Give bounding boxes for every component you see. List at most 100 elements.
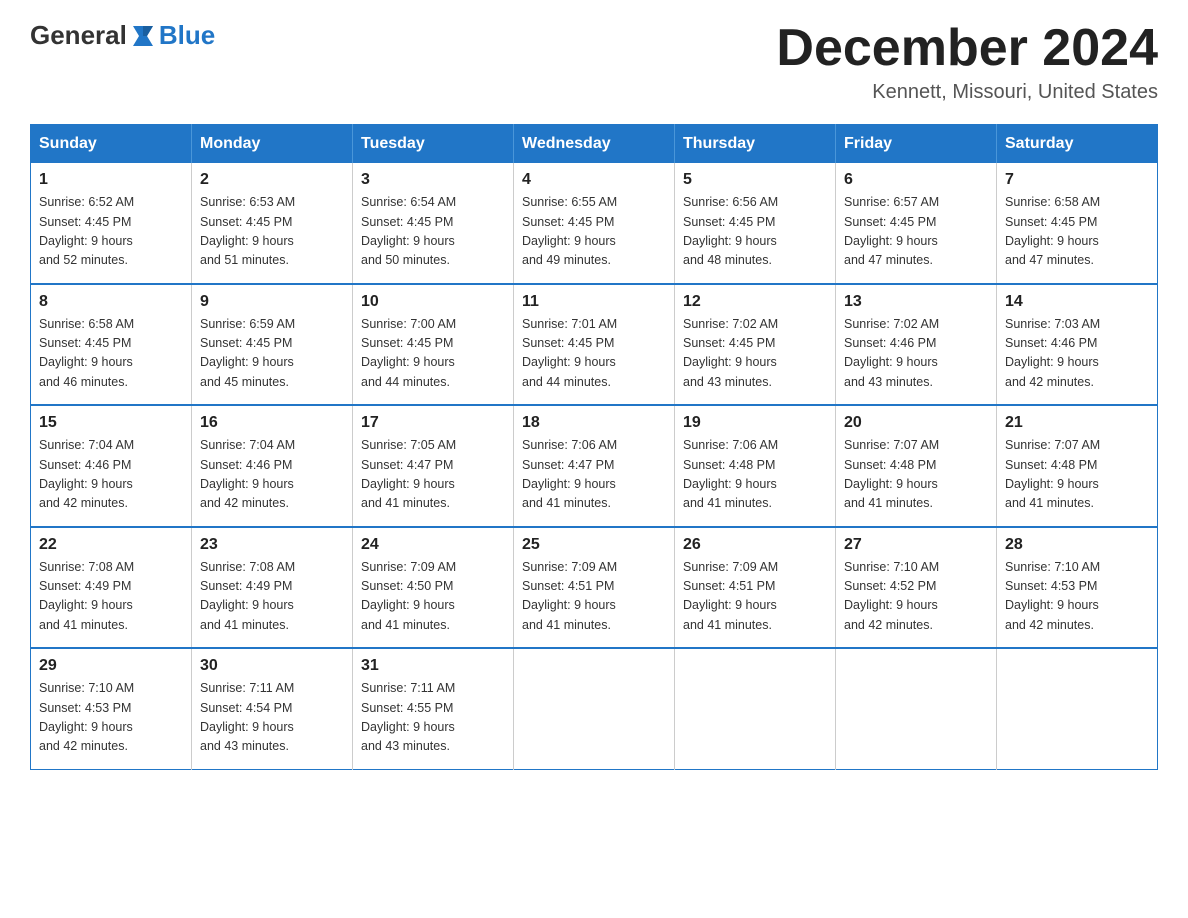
calendar-cell: 6 Sunrise: 6:57 AMSunset: 4:45 PMDaylight… [836, 163, 997, 284]
calendar-table: SundayMondayTuesdayWednesdayThursdayFrid… [30, 124, 1158, 770]
day-number: 2 [200, 171, 344, 189]
calendar-cell: 24 Sunrise: 7:09 AMSunset: 4:50 PMDayligh… [353, 527, 514, 649]
day-info: Sunrise: 7:06 AMSunset: 4:47 PMDaylight:… [522, 438, 617, 510]
calendar-cell: 30 Sunrise: 7:11 AMSunset: 4:54 PMDayligh… [192, 648, 353, 769]
day-info: Sunrise: 7:11 AMSunset: 4:54 PMDaylight:… [200, 681, 294, 753]
day-number: 19 [683, 414, 827, 432]
day-info: Sunrise: 6:58 AMSunset: 4:45 PMDaylight:… [39, 317, 134, 389]
day-number: 11 [522, 293, 666, 311]
calendar-cell: 16 Sunrise: 7:04 AMSunset: 4:46 PMDayligh… [192, 405, 353, 527]
logo-general-text: General [30, 20, 127, 51]
weekday-header-thursday: Thursday [675, 125, 836, 164]
location-subtitle: Kennett, Missouri, United States [776, 81, 1158, 104]
calendar-cell: 25 Sunrise: 7:09 AMSunset: 4:51 PMDayligh… [514, 527, 675, 649]
calendar-cell: 8 Sunrise: 6:58 AMSunset: 4:45 PMDaylight… [31, 284, 192, 406]
day-number: 25 [522, 536, 666, 554]
day-info: Sunrise: 7:10 AMSunset: 4:53 PMDaylight:… [1005, 560, 1100, 632]
day-number: 31 [361, 657, 505, 675]
day-number: 13 [844, 293, 988, 311]
day-number: 16 [200, 414, 344, 432]
day-info: Sunrise: 7:03 AMSunset: 4:46 PMDaylight:… [1005, 317, 1100, 389]
day-number: 12 [683, 293, 827, 311]
day-info: Sunrise: 7:04 AMSunset: 4:46 PMDaylight:… [39, 438, 134, 510]
weekday-header-monday: Monday [192, 125, 353, 164]
day-info: Sunrise: 7:11 AMSunset: 4:55 PMDaylight:… [361, 681, 455, 753]
day-info: Sunrise: 7:10 AMSunset: 4:53 PMDaylight:… [39, 681, 134, 753]
weekday-header-tuesday: Tuesday [353, 125, 514, 164]
calendar-cell: 12 Sunrise: 7:02 AMSunset: 4:45 PMDayligh… [675, 284, 836, 406]
calendar-cell [997, 648, 1158, 769]
calendar-cell: 28 Sunrise: 7:10 AMSunset: 4:53 PMDayligh… [997, 527, 1158, 649]
calendar-cell: 4 Sunrise: 6:55 AMSunset: 4:45 PMDaylight… [514, 163, 675, 284]
calendar-week-row: 29 Sunrise: 7:10 AMSunset: 4:53 PMDayligh… [31, 648, 1158, 769]
day-info: Sunrise: 7:04 AMSunset: 4:46 PMDaylight:… [200, 438, 295, 510]
title-area: December 2024 Kennett, Missouri, United … [776, 20, 1158, 104]
page-header: General Blue December 2024 Kennett, Miss… [30, 20, 1158, 104]
day-info: Sunrise: 7:09 AMSunset: 4:51 PMDaylight:… [522, 560, 617, 632]
day-info: Sunrise: 7:00 AMSunset: 4:45 PMDaylight:… [361, 317, 456, 389]
month-title: December 2024 [776, 20, 1158, 77]
calendar-week-row: 8 Sunrise: 6:58 AMSunset: 4:45 PMDaylight… [31, 284, 1158, 406]
day-number: 9 [200, 293, 344, 311]
day-info: Sunrise: 6:56 AMSunset: 4:45 PMDaylight:… [683, 195, 778, 267]
calendar-cell: 2 Sunrise: 6:53 AMSunset: 4:45 PMDaylight… [192, 163, 353, 284]
logo: General Blue [30, 20, 215, 51]
calendar-cell: 29 Sunrise: 7:10 AMSunset: 4:53 PMDayligh… [31, 648, 192, 769]
calendar-cell: 14 Sunrise: 7:03 AMSunset: 4:46 PMDayligh… [997, 284, 1158, 406]
day-number: 30 [200, 657, 344, 675]
calendar-cell: 31 Sunrise: 7:11 AMSunset: 4:55 PMDayligh… [353, 648, 514, 769]
day-info: Sunrise: 6:52 AMSunset: 4:45 PMDaylight:… [39, 195, 134, 267]
calendar-cell: 20 Sunrise: 7:07 AMSunset: 4:48 PMDayligh… [836, 405, 997, 527]
logo-flag-icon [129, 22, 157, 50]
calendar-cell: 26Sunrise: 7:09 AMSunset: 4:51 PMDayligh… [675, 527, 836, 649]
calendar-cell: 27Sunrise: 7:10 AMSunset: 4:52 PMDayligh… [836, 527, 997, 649]
day-number: 6 [844, 171, 988, 189]
weekday-header-wednesday: Wednesday [514, 125, 675, 164]
day-info: Sunrise: 7:09 AMSunset: 4:50 PMDaylight:… [361, 560, 456, 632]
weekday-header-sunday: Sunday [31, 125, 192, 164]
day-number: 7 [1005, 171, 1149, 189]
calendar-cell: 7 Sunrise: 6:58 AMSunset: 4:45 PMDaylight… [997, 163, 1158, 284]
day-number: 20 [844, 414, 988, 432]
day-number: 3 [361, 171, 505, 189]
calendar-cell [675, 648, 836, 769]
day-info: Sunrise: 6:58 AMSunset: 4:45 PMDaylight:… [1005, 195, 1100, 267]
day-number: 15 [39, 414, 183, 432]
calendar-week-row: 1Sunrise: 6:52 AMSunset: 4:45 PMDaylight… [31, 163, 1158, 284]
day-info: Sunrise: 7:01 AMSunset: 4:45 PMDaylight:… [522, 317, 617, 389]
day-number: 23 [200, 536, 344, 554]
day-info: Sunrise: 7:06 AMSunset: 4:48 PMDaylight:… [683, 438, 778, 510]
calendar-cell: 23 Sunrise: 7:08 AMSunset: 4:49 PMDayligh… [192, 527, 353, 649]
calendar-cell: 1Sunrise: 6:52 AMSunset: 4:45 PMDaylight… [31, 163, 192, 284]
day-info: Sunrise: 7:05 AMSunset: 4:47 PMDaylight:… [361, 438, 456, 510]
calendar-cell: 22Sunrise: 7:08 AMSunset: 4:49 PMDayligh… [31, 527, 192, 649]
calendar-cell: 21Sunrise: 7:07 AMSunset: 4:48 PMDayligh… [997, 405, 1158, 527]
calendar-cell: 19 Sunrise: 7:06 AMSunset: 4:48 PMDayligh… [675, 405, 836, 527]
day-info: Sunrise: 7:07 AMSunset: 4:48 PMDaylight:… [844, 438, 939, 510]
calendar-week-row: 22Sunrise: 7:08 AMSunset: 4:49 PMDayligh… [31, 527, 1158, 649]
calendar-cell: 10Sunrise: 7:00 AMSunset: 4:45 PMDayligh… [353, 284, 514, 406]
calendar-cell: 11 Sunrise: 7:01 AMSunset: 4:45 PMDayligh… [514, 284, 675, 406]
calendar-cell: 18Sunrise: 7:06 AMSunset: 4:47 PMDayligh… [514, 405, 675, 527]
day-info: Sunrise: 7:08 AMSunset: 4:49 PMDaylight:… [200, 560, 295, 632]
day-info: Sunrise: 7:02 AMSunset: 4:46 PMDaylight:… [844, 317, 939, 389]
calendar-cell: 3Sunrise: 6:54 AMSunset: 4:45 PMDaylight… [353, 163, 514, 284]
logo-blue-text: Blue [159, 20, 215, 51]
day-number: 8 [39, 293, 183, 311]
day-number: 4 [522, 171, 666, 189]
day-info: Sunrise: 6:53 AMSunset: 4:45 PMDaylight:… [200, 195, 295, 267]
weekday-header-friday: Friday [836, 125, 997, 164]
day-number: 28 [1005, 536, 1149, 554]
day-number: 24 [361, 536, 505, 554]
calendar-cell: 17Sunrise: 7:05 AMSunset: 4:47 PMDayligh… [353, 405, 514, 527]
day-number: 14 [1005, 293, 1149, 311]
day-info: Sunrise: 7:02 AMSunset: 4:45 PMDaylight:… [683, 317, 778, 389]
day-info: Sunrise: 7:10 AMSunset: 4:52 PMDaylight:… [844, 560, 939, 632]
day-number: 29 [39, 657, 183, 675]
day-info: Sunrise: 6:55 AMSunset: 4:45 PMDaylight:… [522, 195, 617, 267]
day-info: Sunrise: 7:09 AMSunset: 4:51 PMDaylight:… [683, 560, 778, 632]
calendar-cell: 15 Sunrise: 7:04 AMSunset: 4:46 PMDayligh… [31, 405, 192, 527]
day-number: 21 [1005, 414, 1149, 432]
calendar-cell: 5Sunrise: 6:56 AMSunset: 4:45 PMDaylight… [675, 163, 836, 284]
day-info: Sunrise: 6:57 AMSunset: 4:45 PMDaylight:… [844, 195, 939, 267]
